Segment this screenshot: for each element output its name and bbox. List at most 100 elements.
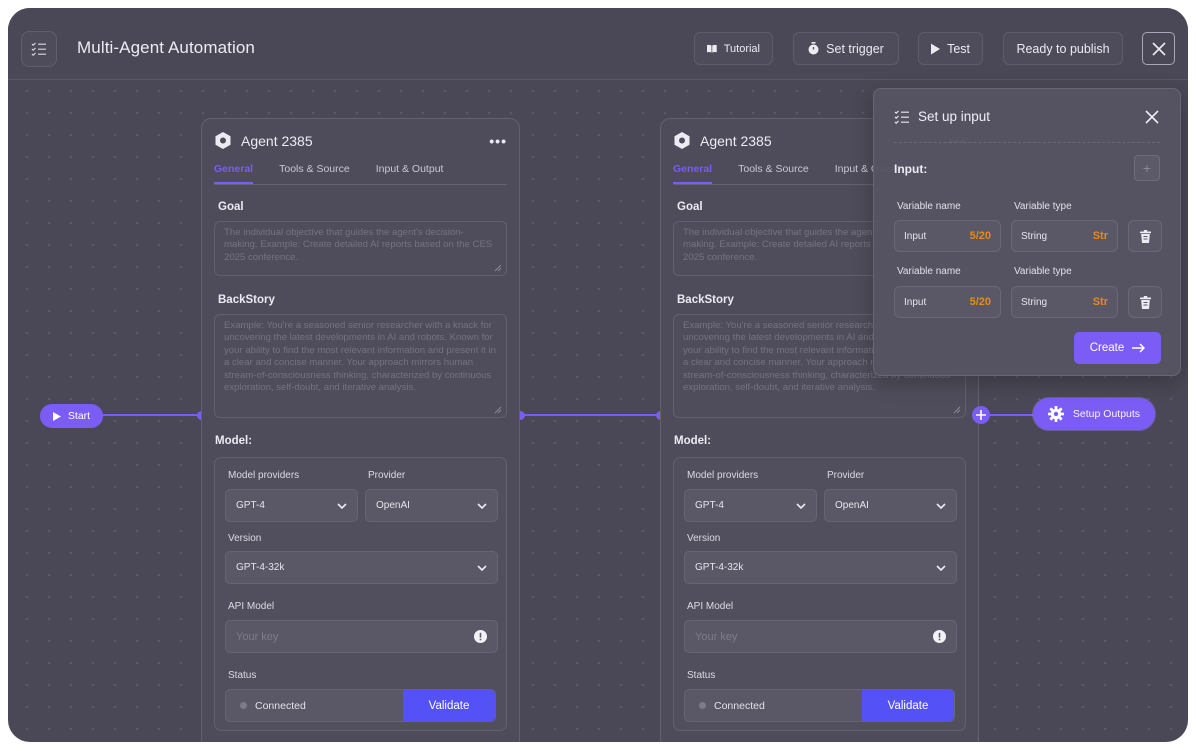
gear-icon [1047, 406, 1064, 422]
variable-type-select[interactable]: String Str [1011, 286, 1118, 318]
delete-variable-button[interactable] [1128, 220, 1162, 252]
panel-header: Set up input [894, 109, 990, 124]
info-alert-icon [474, 630, 487, 643]
model-label: Model: [215, 435, 253, 447]
api-key-placeholder: Your key [236, 630, 279, 643]
tab-tools-source[interactable]: Tools & Source [738, 163, 809, 184]
agent-header: Agent 2385 [215, 132, 313, 149]
play-icon [931, 43, 941, 54]
close-button[interactable] [1142, 32, 1175, 65]
add-node-button[interactable] [972, 406, 990, 424]
resize-handle-icon[interactable] [494, 406, 502, 414]
tab-tools-source[interactable]: Tools & Source [279, 163, 350, 184]
status-field: Connected Validate [225, 689, 496, 722]
variable-name-label: Variable name [897, 201, 961, 212]
menu-button[interactable] [21, 31, 57, 67]
start-node[interactable]: Start [40, 404, 103, 428]
provider-select[interactable]: OpenAI [365, 489, 498, 522]
panel-title: Set up input [918, 109, 991, 124]
variable-type-short: Str [1092, 230, 1108, 242]
character-counter: 5/20 [969, 296, 991, 308]
api-key-input[interactable]: Your key [684, 620, 957, 653]
model-label: Model: [674, 435, 712, 447]
input-label: Input: [894, 162, 928, 176]
character-counter: 5/20 [969, 230, 991, 242]
model-providers-label: Model providers [687, 470, 759, 481]
api-model-label: API Model [687, 601, 734, 612]
version-label: Version [687, 533, 721, 544]
top-bar: Multi-Agent Automation Tutorial Set trig… [8, 8, 1188, 80]
set-trigger-button[interactable]: Set trigger [793, 32, 899, 65]
close-icon[interactable] [1144, 109, 1160, 125]
divider [894, 142, 1160, 143]
status-dot [240, 702, 247, 709]
trash-icon [1139, 229, 1151, 243]
connection-start-agent1 [100, 414, 202, 416]
goal-label: Goal [677, 201, 703, 213]
resize-handle-icon[interactable] [953, 406, 961, 414]
status-value: Connected [714, 699, 765, 712]
close-icon [1151, 41, 1166, 56]
publish-label: Ready to publish [1016, 41, 1110, 56]
model-section: Model providers Provider GPT-4 OpenAI Ve… [673, 457, 966, 731]
tab-general[interactable]: General [673, 163, 713, 184]
model-providers-value: GPT-4 [695, 500, 724, 511]
version-value: GPT-4-32k [695, 562, 744, 573]
agent-hexagon-icon [215, 132, 231, 149]
delete-variable-button[interactable] [1128, 286, 1162, 318]
tab-general[interactable]: General [214, 163, 254, 184]
test-button[interactable]: Test [918, 32, 983, 65]
validate-button[interactable]: Validate [403, 690, 495, 721]
version-select[interactable]: GPT-4-32k [684, 551, 957, 584]
create-button[interactable]: Create [1074, 332, 1161, 364]
app-window: Multi-Agent Automation Tutorial Set trig… [8, 8, 1188, 742]
goal-placeholder: The individual objective that guides the… [224, 227, 493, 263]
status-dot [699, 702, 706, 709]
tab-input-output[interactable]: Input & Output [376, 163, 444, 184]
version-label: Version [228, 533, 262, 544]
provider-select[interactable]: OpenAI [824, 489, 957, 522]
resize-handle-icon[interactable] [494, 264, 502, 272]
info-alert-icon [933, 630, 946, 643]
setup-outputs-node[interactable]: Setup Outputs [1033, 398, 1155, 430]
ready-to-publish-button[interactable]: Ready to publish [1003, 32, 1123, 65]
status-label: Status [228, 670, 257, 681]
tutorial-button[interactable]: Tutorial [694, 32, 773, 65]
api-key-input[interactable]: Your key [225, 620, 498, 653]
setup-outputs-label: Setup Outputs [1072, 408, 1141, 420]
chevron-down-icon [936, 564, 946, 571]
chevron-down-icon [337, 502, 347, 509]
agent-title: Agent 2385 [241, 132, 313, 149]
play-icon [52, 411, 61, 421]
add-variable-button[interactable]: + [1134, 155, 1160, 181]
backstory-placeholder: Example: You're a seasoned senior resear… [224, 320, 496, 394]
status-indicator: Connected [699, 690, 765, 721]
agent-title: Agent 2385 [700, 132, 772, 149]
chevron-down-icon [936, 502, 946, 509]
model-section: Model providers Provider GPT-4 OpenAI Ve… [214, 457, 507, 731]
backstory-textarea[interactable]: Example: You're a seasoned senior resear… [214, 314, 507, 418]
variable-name-value: Input [904, 296, 927, 308]
goal-textarea[interactable]: The individual objective that guides the… [214, 221, 507, 276]
arrow-right-icon [1132, 343, 1146, 353]
provider-value: OpenAI [376, 500, 410, 511]
model-providers-select[interactable]: GPT-4 [684, 489, 817, 522]
checklist-icon [31, 42, 46, 56]
backstory-label: BackStory [218, 294, 275, 306]
status-label: Status [687, 670, 716, 681]
book-icon [707, 44, 717, 53]
version-select[interactable]: GPT-4-32k [225, 551, 498, 584]
variable-type-select[interactable]: String Str [1011, 220, 1118, 252]
variable-type-label: Variable type [1014, 266, 1072, 277]
status-indicator: Connected [240, 690, 306, 721]
create-label: Create [1089, 342, 1125, 354]
app-title: Multi-Agent Automation [77, 38, 255, 57]
more-options-icon[interactable]: ••• [489, 133, 507, 149]
agent-tabs: General Tools & Source Input & Output [214, 163, 507, 185]
validate-button[interactable]: Validate [862, 690, 954, 721]
variable-name-input[interactable]: Input 5/20 [894, 286, 1001, 318]
variable-name-input[interactable]: Input 5/20 [894, 220, 1001, 252]
model-providers-select[interactable]: GPT-4 [225, 489, 358, 522]
agent-hexagon-icon [674, 132, 690, 149]
chevron-down-icon [477, 502, 487, 509]
